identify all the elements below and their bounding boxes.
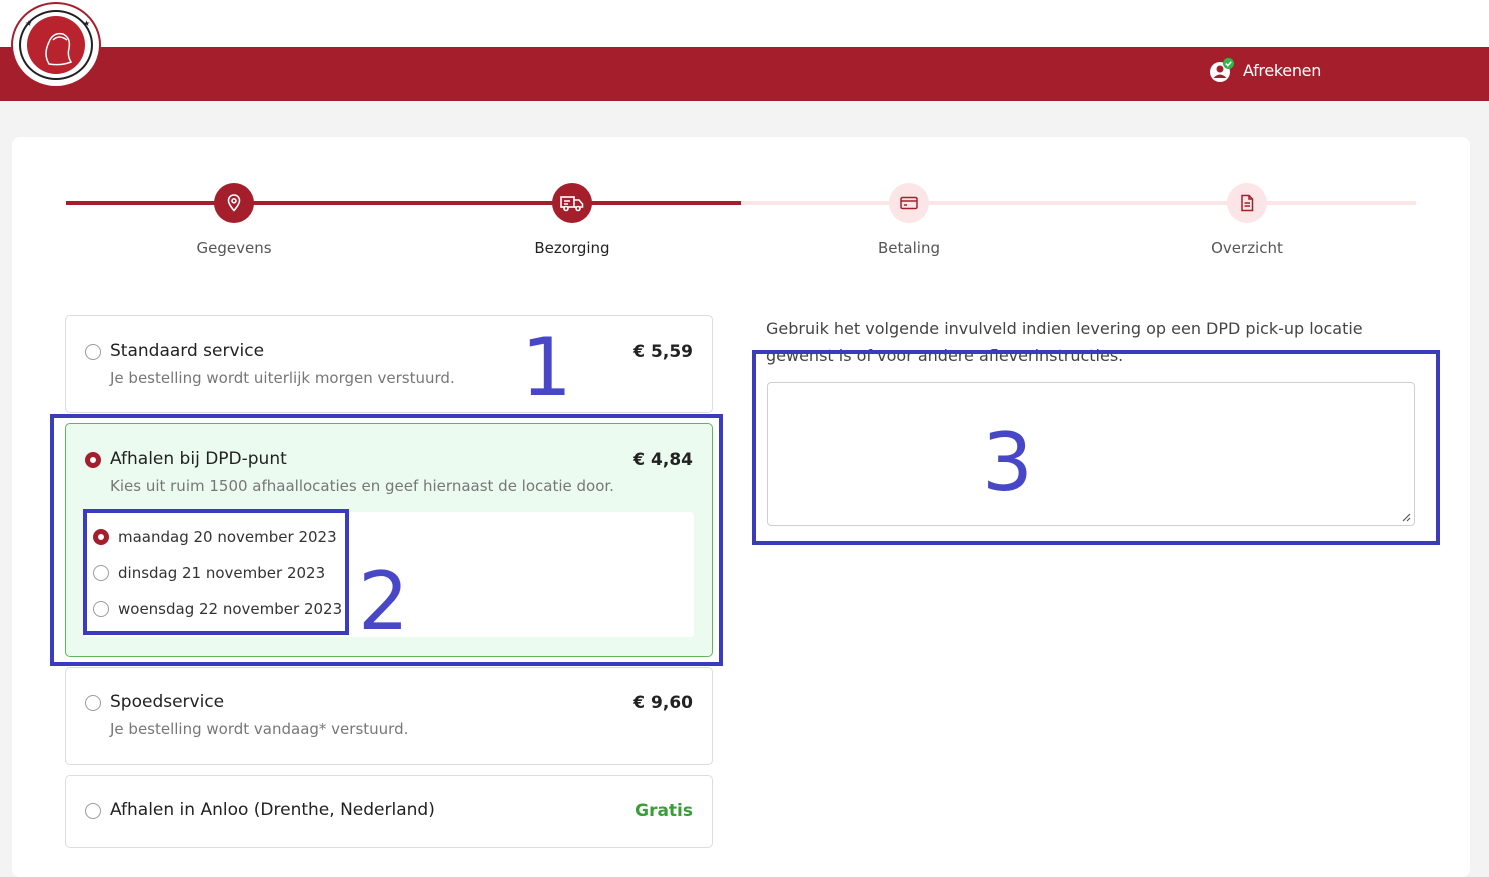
annotation-number-1: 1: [521, 321, 572, 414]
document-icon: [1241, 194, 1254, 212]
shipping-option-anloo[interactable]: Afhalen in Anloo (Drenthe, Nederland) Gr…: [65, 775, 713, 848]
credit-card-icon: [900, 196, 918, 210]
top-strip: [0, 0, 1489, 47]
annotation-box-textarea: [752, 350, 1440, 545]
radio-standaard[interactable]: [85, 344, 101, 360]
step-betaling[interactable]: [889, 183, 929, 223]
option-title: Afhalen in Anloo (Drenthe, Nederland): [110, 800, 435, 820]
option-title: Spoedservice: [110, 692, 225, 712]
option-price: Gratis: [635, 801, 693, 821]
shipping-option-standaard[interactable]: Standaard service Je bestelling wordt ui…: [65, 315, 713, 413]
logo-portrait-icon: ★ ★: [25, 19, 90, 66]
step-overzicht[interactable]: [1227, 183, 1267, 223]
step-label-gegevens: Gegevens: [196, 239, 272, 257]
progress-track-done: [66, 201, 741, 205]
radio-spoed[interactable]: [85, 695, 101, 711]
option-price: € 5,59: [633, 342, 693, 362]
annotation-number-3: 3: [982, 416, 1033, 509]
step-label-bezorging: Bezorging: [534, 239, 610, 257]
annotation-box-dates: [83, 509, 349, 635]
brand-logo[interactable]: ★ ★: [11, 2, 101, 88]
option-subtitle: Je bestelling wordt uiterlijk morgen ver…: [110, 369, 455, 387]
annotation-number-2: 2: [358, 555, 409, 648]
step-label-betaling: Betaling: [878, 239, 940, 257]
option-price: € 9,60: [633, 693, 693, 713]
progress-track-todo: [741, 201, 1416, 205]
option-title: Standaard service: [110, 341, 265, 361]
svg-text:★: ★: [83, 19, 90, 28]
truck-icon: [560, 196, 584, 212]
checkout-account[interactable]: Afrekenen: [1209, 58, 1321, 82]
checkout-label: Afrekenen: [1243, 60, 1322, 80]
user-check-icon: [1209, 58, 1234, 82]
radio-anloo[interactable]: [85, 803, 101, 819]
map-pin-icon: [227, 194, 241, 212]
svg-text:★: ★: [25, 19, 32, 28]
step-label-overzicht: Overzicht: [1211, 239, 1283, 257]
step-gegevens[interactable]: [214, 183, 254, 223]
step-bezorging[interactable]: [552, 183, 592, 223]
option-subtitle: Je bestelling wordt vandaag* verstuurd.: [110, 720, 409, 738]
shipping-option-spoed[interactable]: Spoedservice Je bestelling wordt vandaag…: [65, 667, 713, 765]
